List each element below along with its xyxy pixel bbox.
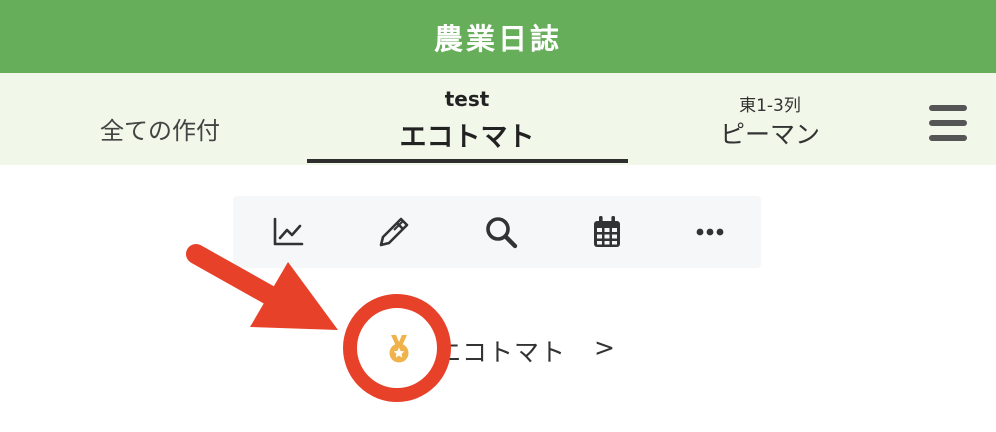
tab-all-crops[interactable]: 全ての作付 <box>0 73 320 165</box>
tab-sublabel: test <box>444 87 490 111</box>
tab-sublabel: 東1-3列 <box>739 96 801 116</box>
calendar-icon[interactable] <box>587 212 627 252</box>
chevron-right-icon: > <box>594 333 615 362</box>
more-icon[interactable] <box>690 212 730 252</box>
active-tab-indicator <box>307 159 628 163</box>
tab-label: エコトマト <box>399 122 535 153</box>
action-toolbar <box>233 196 761 268</box>
crop-tabs: 全ての作付 test エコトマト 東1-3列 ピーマン <box>0 73 996 165</box>
hamburger-menu-icon[interactable] <box>929 105 967 141</box>
crop-name: エコトマト <box>436 338 567 367</box>
app-header: 農業日誌 <box>0 0 996 73</box>
crop-list-item[interactable]: エコトマト > <box>380 325 640 373</box>
tab-bell-pepper[interactable]: 東1-3列 ピーマン <box>610 73 930 165</box>
app-title: 農業日誌 <box>433 21 562 56</box>
tab-label: ピーマン <box>719 120 820 149</box>
chart-line-icon[interactable] <box>268 212 308 252</box>
tab-label: 全ての作付 <box>100 117 220 145</box>
tab-eco-tomato[interactable]: test エコトマト <box>307 73 627 165</box>
pen-icon[interactable] <box>374 212 414 252</box>
search-icon[interactable] <box>481 212 521 252</box>
medal-icon <box>386 334 412 368</box>
